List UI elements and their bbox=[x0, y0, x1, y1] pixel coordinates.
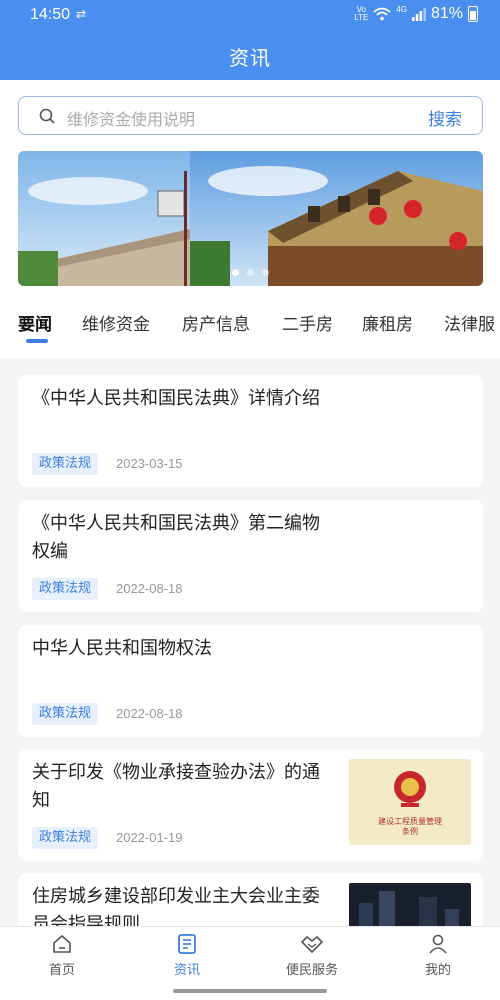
article-tag: 政策法规 bbox=[32, 703, 99, 725]
article-tag: 政策法规 bbox=[32, 578, 99, 600]
search-input[interactable]: 维修资金使用说明 bbox=[67, 106, 195, 130]
nav-label: 资讯 bbox=[173, 963, 200, 978]
search-icon bbox=[39, 108, 55, 124]
user-icon bbox=[429, 934, 447, 954]
carousel-dots bbox=[18, 269, 483, 276]
volte-indicator: Vo LTE bbox=[354, 5, 369, 22]
article-title: 《中华人民共和国民法典》详情介绍 bbox=[32, 388, 320, 409]
carousel-dot[interactable] bbox=[232, 269, 239, 276]
carousel-dot[interactable] bbox=[247, 269, 254, 276]
article-title: 中华人民共和国物权法 bbox=[32, 638, 212, 659]
article-date: 2023-03-15 bbox=[116, 456, 183, 471]
article-card[interactable]: 关于印发《物业承接查验办法》的通知 政策法规 2022-01-19 建设工程质量… bbox=[18, 749, 483, 861]
battery-icon bbox=[468, 6, 478, 22]
network-type: 4G bbox=[396, 5, 407, 14]
carousel-dot[interactable] bbox=[262, 269, 269, 276]
article-card[interactable]: 《中华人民共和国民法典》第二编物权编 政策法规 2022-08-18 bbox=[18, 500, 483, 612]
article-title: 《中华人民共和国民法典》第二编物权编 bbox=[32, 513, 320, 562]
nav-services[interactable]: 便民服务 bbox=[262, 933, 362, 978]
status-right-group: Vo LTE 4G 81% bbox=[354, 5, 478, 23]
news-icon bbox=[178, 934, 196, 954]
article-title: 关于印发《物业承接查验办法》的通知 bbox=[32, 762, 320, 811]
article-date: 2022-01-19 bbox=[116, 830, 183, 845]
article-date: 2022-08-18 bbox=[116, 706, 183, 721]
article-thumbnail: 建设工程质量管理条例 bbox=[349, 759, 471, 845]
usb-icon: ⇄ bbox=[76, 7, 87, 21]
nav-profile[interactable]: 我的 bbox=[388, 933, 488, 978]
active-tab-indicator bbox=[26, 339, 48, 343]
article-tag: 政策法规 bbox=[32, 827, 99, 849]
page-title: 资讯 bbox=[229, 46, 271, 70]
article-card[interactable]: 《中华人民共和国民法典》详情介绍 政策法规 2023-03-15 bbox=[18, 375, 483, 487]
app-header: 14:50 ⇄ Vo LTE 4G 81% 资讯 bbox=[0, 0, 500, 80]
nav-label: 我的 bbox=[424, 963, 451, 978]
tab-maintenance-fund[interactable]: 维修资金 bbox=[82, 310, 150, 335]
nav-news[interactable]: 资讯 bbox=[137, 933, 237, 978]
thumbnail-caption: 建设工程质量管理条例 bbox=[378, 817, 442, 836]
tab-property-info[interactable]: 房产信息 bbox=[182, 310, 250, 335]
signal-icon bbox=[411, 8, 426, 21]
banner-image bbox=[18, 151, 483, 286]
battery-percent: 81% bbox=[430, 5, 463, 22]
category-tabs: 要闻 维修资金 房产信息 二手房 廉租房 法律服 bbox=[0, 310, 500, 350]
search-bar[interactable]: 维修资金使用说明 搜索 bbox=[18, 96, 483, 135]
tab-legal[interactable]: 法律服 bbox=[444, 310, 495, 335]
home-indicator bbox=[173, 989, 327, 993]
status-bar: 14:50 ⇄ Vo LTE 4G 81% bbox=[0, 0, 500, 30]
wifi-icon bbox=[373, 7, 391, 21]
nav-label: 便民服务 bbox=[285, 963, 338, 978]
article-date: 2022-08-18 bbox=[116, 581, 183, 596]
tab-second-hand[interactable]: 二手房 bbox=[282, 310, 333, 335]
nav-label: 首页 bbox=[48, 963, 75, 978]
article-tag: 政策法规 bbox=[32, 453, 99, 475]
article-card[interactable]: 中华人民共和国物权法 政策法规 2022-08-18 bbox=[18, 625, 483, 737]
status-time: 14:50 bbox=[30, 6, 71, 23]
handshake-icon bbox=[300, 935, 324, 954]
tab-low-rent[interactable]: 廉租房 bbox=[362, 310, 413, 335]
tab-news[interactable]: 要闻 bbox=[18, 310, 52, 335]
home-icon bbox=[53, 934, 71, 953]
search-button[interactable]: 搜索 bbox=[428, 105, 462, 130]
banner-carousel[interactable] bbox=[18, 151, 483, 286]
nav-home[interactable]: 首页 bbox=[12, 933, 112, 978]
